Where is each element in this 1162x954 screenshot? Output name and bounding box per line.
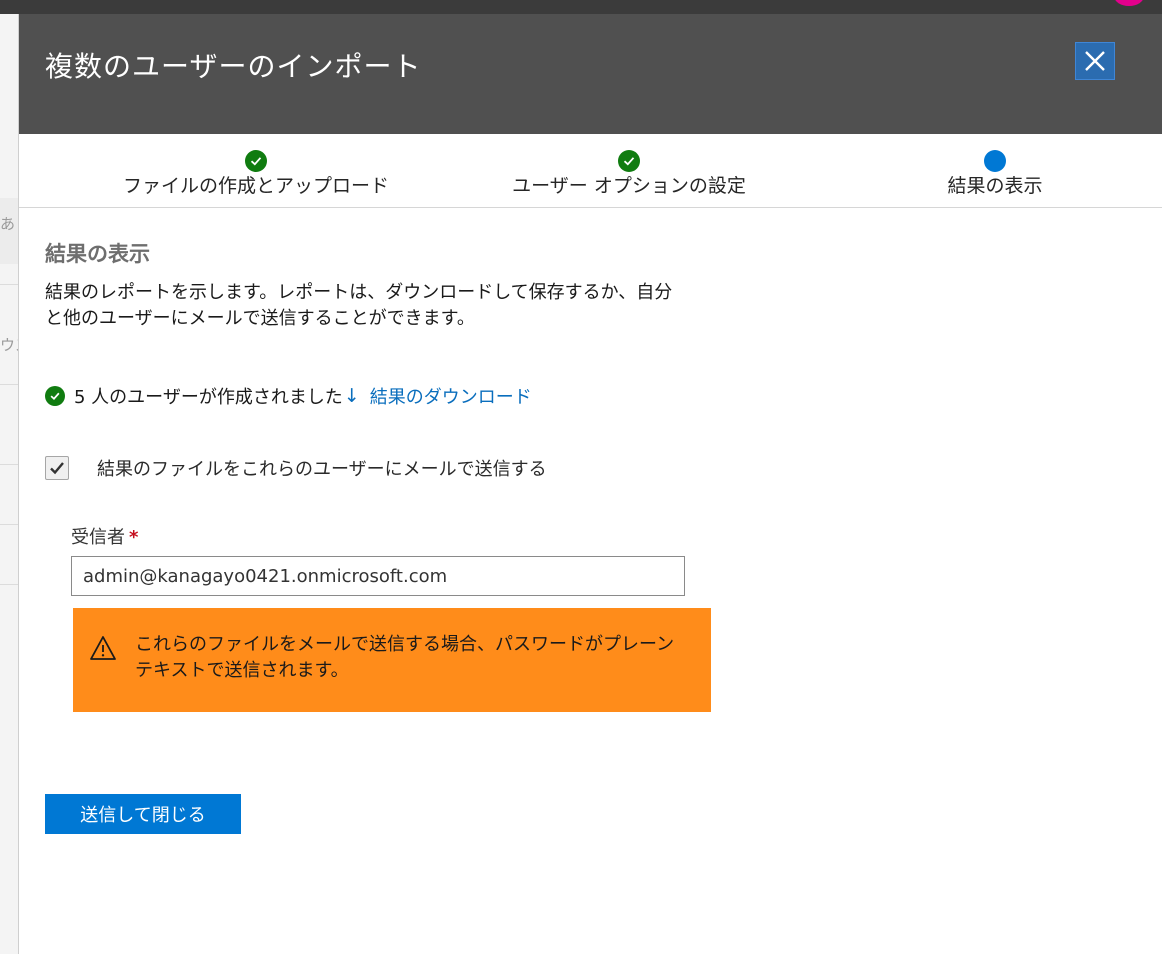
success-check-icon: [45, 386, 65, 406]
required-mark: *: [129, 527, 139, 548]
send-and-close-button[interactable]: 送信して閉じる: [45, 794, 241, 834]
background-top-bar: [0, 0, 1162, 14]
result-row: 5 人のユーザーが作成されました ↓ 結果のダウンロード: [45, 383, 532, 409]
background-divider: [0, 524, 18, 525]
download-results-label: 結果のダウンロード: [369, 387, 532, 408]
description-text: 結果のレポートを示します。レポートは、ダウンロードして保存するか、自分と他のユー…: [45, 282, 673, 329]
section-title: 結果の表示: [45, 242, 150, 266]
step-user-options: ユーザー オプションの設定: [489, 150, 769, 198]
step-label: ユーザー オプションの設定: [512, 175, 746, 197]
download-arrow-icon: ↓: [343, 385, 360, 407]
step-complete-icon: [618, 150, 640, 172]
background-text-fragment: あ: [0, 215, 16, 233]
step-current-icon: [984, 150, 1006, 172]
close-icon: [1085, 51, 1105, 71]
background-divider: [0, 584, 18, 585]
import-users-panel: 複数のユーザーのインポート ファイルの作成とアップロード ユーザー オプションの…: [18, 14, 1162, 954]
close-button[interactable]: [1075, 42, 1115, 80]
warning-icon: [90, 636, 116, 660]
background-divider: [0, 384, 18, 385]
recipient-input[interactable]: [71, 556, 685, 596]
users-created-text: 5 人のユーザーが作成されました: [74, 387, 343, 408]
checkmark-icon: [50, 462, 64, 475]
background-page: あ ウス: [0, 14, 18, 954]
background-divider: [0, 284, 18, 285]
step-label: ファイルの作成とアップロード: [122, 175, 389, 197]
send-mail-option: 結果のファイルをこれらのユーザーにメールで送信する: [45, 455, 547, 481]
send-mail-label: 結果のファイルをこれらのユーザーにメールで送信する: [97, 459, 547, 480]
recipient-label: 受信者 *: [71, 523, 138, 549]
step-label: 結果の表示: [947, 175, 1043, 197]
step-view-results: 結果の表示: [895, 150, 1095, 198]
background-divider: [0, 464, 18, 465]
download-results-link[interactable]: ↓ 結果のダウンロード: [343, 383, 532, 409]
wizard-stepper: ファイルの作成とアップロード ユーザー オプションの設定 結果の表示: [19, 134, 1162, 208]
panel-title: 複数のユーザーのインポート: [45, 50, 422, 83]
send-mail-checkbox[interactable]: [45, 456, 69, 480]
warning-banner: これらのファイルをメールで送信する場合、パスワードがプレーンテキストで送信されま…: [73, 608, 711, 712]
background-text-fragment: ウス: [0, 336, 18, 354]
recipient-label-text: 受信者: [71, 527, 125, 548]
warning-text: これらのファイルをメールで送信する場合、パスワードがプレーンテキストで送信されま…: [135, 634, 675, 681]
step-create-upload: ファイルの作成とアップロード: [116, 150, 396, 198]
step-complete-icon: [245, 150, 267, 172]
panel-header: 複数のユーザーのインポート: [19, 14, 1162, 134]
